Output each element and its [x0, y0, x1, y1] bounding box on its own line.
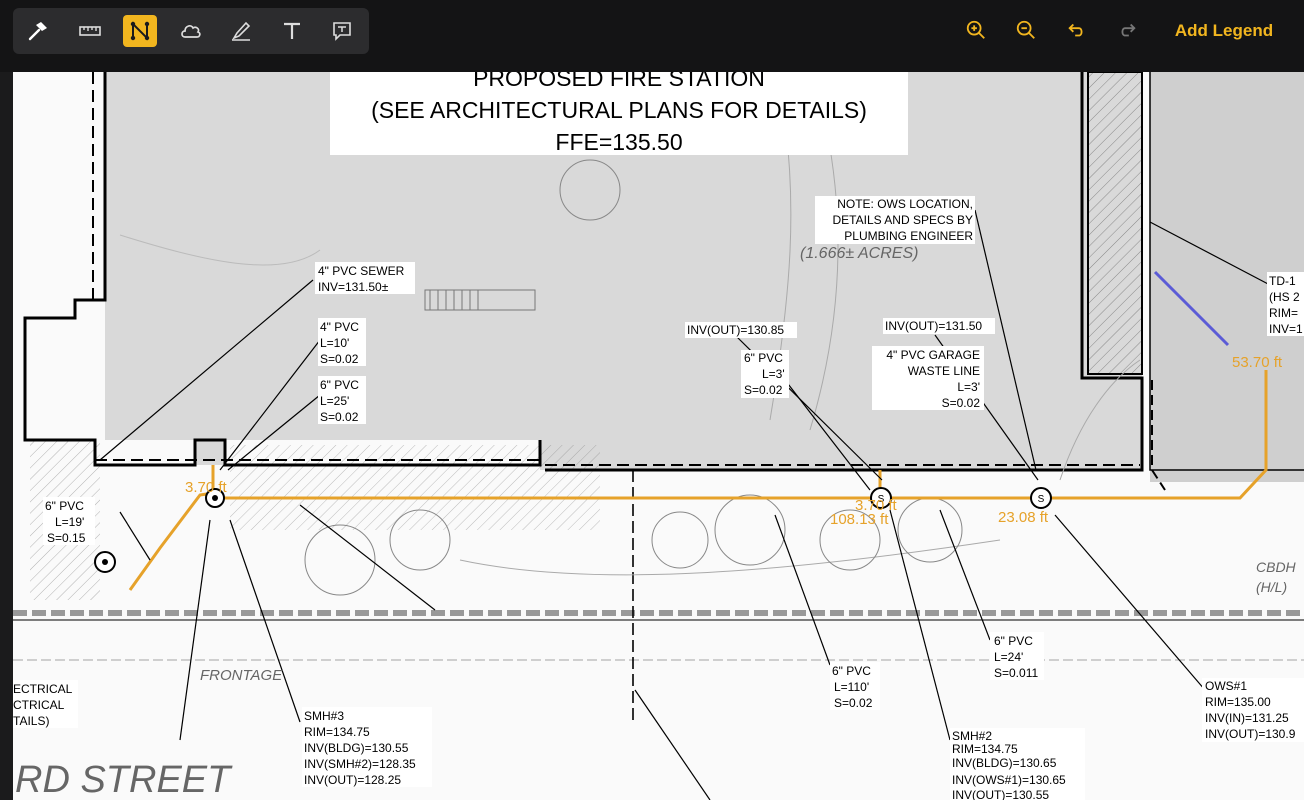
svg-text:CBDH: CBDH [1256, 559, 1297, 575]
add-legend-button[interactable]: Add Legend [1168, 18, 1280, 44]
svg-text:L=24': L=24' [994, 650, 1023, 664]
highlighter-icon [232, 21, 251, 41]
callout-tool-button[interactable] [325, 15, 359, 47]
top-toolbar: Add Legend [0, 0, 1304, 72]
svg-text:RIM=134.75: RIM=134.75 [952, 742, 1018, 756]
svg-text:L=110': L=110' [834, 680, 869, 694]
svg-text:INV(BLDG)=130.55: INV(BLDG)=130.55 [304, 741, 409, 755]
measurement-label: 3.70 ft [185, 479, 228, 496]
svg-text:INV(OUT)=128.25: INV(OUT)=128.25 [304, 773, 401, 787]
zoom-in-button[interactable] [961, 15, 991, 45]
svg-text:INV(BLDG)=130.65: INV(BLDG)=130.65 [952, 756, 1057, 770]
svg-text:SMH#2: SMH#2 [952, 729, 992, 743]
undo-button[interactable] [1062, 15, 1092, 45]
title-line1: PROPOSED FIRE STATION [473, 72, 765, 91]
svg-text:S=0.02: S=0.02 [942, 396, 981, 410]
measurement-label: 53.70 ft [1232, 354, 1283, 371]
svg-text:6" PVC: 6" PVC [994, 634, 1033, 648]
svg-text:CTRICAL: CTRICAL [13, 698, 65, 712]
svg-text:(HS 2: (HS 2 [1269, 290, 1300, 304]
svg-text:S: S [1038, 494, 1045, 505]
text-tool-button[interactable] [275, 15, 309, 47]
svg-text:(H/L): (H/L) [1256, 579, 1287, 595]
svg-text:S=0.02: S=0.02 [834, 696, 873, 710]
highlighter-tool-button[interactable] [224, 15, 258, 47]
svg-text:INV(OUT)=130.55: INV(OUT)=130.55 [952, 788, 1049, 800]
svg-text:S=0.02: S=0.02 [320, 410, 359, 424]
svg-text:4" PVC: 4" PVC [320, 320, 359, 334]
svg-text:6" PVC: 6" PVC [320, 378, 359, 392]
svg-text:L=10': L=10' [320, 336, 349, 350]
svg-text:S=0.02: S=0.02 [320, 352, 359, 366]
zoom-out-icon [1016, 20, 1035, 39]
svg-text:(1.666± ACRES): (1.666± ACRES) [800, 245, 918, 262]
svg-text:ECTRICAL: ECTRICAL [13, 682, 73, 696]
svg-text:INV=131.50±: INV=131.50± [318, 280, 389, 294]
title-line2: (SEE ARCHITECTURAL PLANS FOR DETAILS) [371, 97, 867, 123]
measurement-label: 3.70 ft [855, 497, 898, 514]
svg-text:6" PVC: 6" PVC [832, 664, 871, 678]
title-line3: FFE=135.50 [555, 129, 682, 155]
redo-icon [1121, 23, 1136, 37]
zoom-out-button[interactable] [1011, 15, 1041, 45]
hatched-wall-strip [1087, 72, 1143, 375]
svg-text:S=0.011: S=0.011 [994, 666, 1038, 680]
polyline-tool-button[interactable] [123, 15, 157, 47]
hammer-tool-button[interactable] [21, 15, 55, 47]
ruler-icon [79, 26, 101, 36]
svg-text:6" PVC: 6" PVC [744, 351, 783, 365]
site-plan-drawing: S S PROPOSED FIRE STATION (SEE ARCHITECT… [13, 72, 1304, 800]
svg-text:FRONTAGE: FRONTAGE [200, 667, 283, 684]
redo-button[interactable] [1112, 15, 1142, 45]
svg-text:RIM=135.00: RIM=135.00 [1205, 695, 1271, 709]
svg-text:4" PVC SEWER: 4" PVC SEWER [318, 264, 405, 278]
svg-text:RIM=134.75: RIM=134.75 [304, 725, 370, 739]
svg-text:INV(OUT)=131.50: INV(OUT)=131.50 [885, 319, 982, 333]
svg-text:INV(OUT)=130.9: INV(OUT)=130.9 [1205, 727, 1296, 741]
polyline-icon [130, 21, 150, 41]
svg-text:S=0.15: S=0.15 [47, 531, 86, 545]
zoom-in-icon [966, 20, 985, 39]
text-icon [284, 22, 300, 39]
svg-text:INV(SMH#2)=128.35: INV(SMH#2)=128.35 [304, 757, 416, 771]
hatch-area-walk [230, 445, 600, 530]
svg-text:6" PVC: 6" PVC [45, 499, 84, 513]
catch-basin [94, 551, 116, 573]
svg-text:INV(OUT)=130.85: INV(OUT)=130.85 [687, 323, 784, 337]
svg-text:OWS#1: OWS#1 [1205, 679, 1247, 693]
svg-text:L=3': L=3' [762, 367, 785, 381]
svg-text:L=25': L=25' [320, 394, 349, 408]
svg-text:L=19': L=19' [55, 515, 84, 529]
svg-text:S=0.02: S=0.02 [744, 383, 783, 397]
drawing-canvas[interactable]: S S PROPOSED FIRE STATION (SEE ARCHITECT… [13, 72, 1304, 800]
svg-text:INV(IN)=131.25: INV(IN)=131.25 [1205, 711, 1289, 725]
svg-text:TD-1: TD-1 [1269, 274, 1296, 288]
cloud-tool-button[interactable] [174, 15, 208, 47]
svg-text:RIM=: RIM= [1269, 306, 1298, 320]
svg-text:4" PVC GARAGE: 4" PVC GARAGE [886, 348, 980, 362]
undo-icon [1068, 23, 1083, 37]
svg-text:WASTE LINE: WASTE LINE [908, 364, 980, 378]
svg-text:INV=1: INV=1 [1269, 322, 1303, 336]
svg-text:L=3': L=3' [957, 380, 980, 394]
measure-tool-button[interactable] [73, 15, 107, 47]
manhole-ows1: S [1030, 487, 1052, 509]
svg-text:PLUMBING ENGINEER: PLUMBING ENGINEER [844, 229, 973, 243]
measurement-label: 23.08 ft [998, 509, 1049, 526]
callout-icon [333, 22, 351, 41]
svg-text:DETAILS AND SPECS BY: DETAILS AND SPECS BY [833, 213, 974, 227]
hammer-icon [28, 22, 47, 41]
svg-text:RD STREET: RD STREET [15, 759, 233, 800]
markup-tool-group [13, 8, 369, 54]
svg-text:INV(OWS#1)=130.65: INV(OWS#1)=130.65 [952, 773, 1066, 787]
svg-text:NOTE: OWS LOCATION,: NOTE: OWS LOCATION, [837, 197, 973, 211]
cloud-icon [181, 25, 201, 38]
svg-text:SMH#3: SMH#3 [304, 709, 344, 723]
svg-text:TAILS): TAILS) [13, 714, 49, 728]
